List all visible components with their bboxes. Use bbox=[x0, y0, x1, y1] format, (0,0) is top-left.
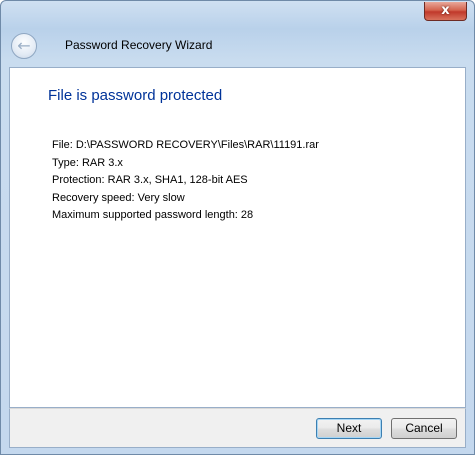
content-panel: File is password protected File: D:\PASS… bbox=[9, 67, 466, 408]
file-type-text: Type: RAR 3.x bbox=[52, 156, 123, 169]
button-bar: Next Cancel bbox=[9, 408, 466, 448]
back-button[interactable]: ← bbox=[11, 33, 37, 59]
wizard-window: x ← Password Recovery Wizard File is pas… bbox=[0, 0, 475, 455]
next-button[interactable]: Next bbox=[316, 418, 382, 439]
back-arrow-icon: ← bbox=[17, 36, 31, 55]
file-info: File: D:\PASSWORD RECOVERY\Files\RAR\111… bbox=[52, 137, 319, 225]
wizard-title: Password Recovery Wizard bbox=[65, 38, 213, 52]
cancel-button[interactable]: Cancel bbox=[391, 418, 457, 439]
recovery-speed-text: Recovery speed: Very slow bbox=[52, 191, 185, 204]
page-heading: File is password protected bbox=[48, 87, 223, 104]
close-icon: x bbox=[441, 3, 450, 18]
protection-text: Protection: RAR 3.x, SHA1, 128-bit AES bbox=[52, 174, 248, 186]
file-path-text: File: D:\PASSWORD RECOVERY\Files\RAR\111… bbox=[52, 139, 319, 151]
max-password-length-text: Maximum supported password length: 28 bbox=[52, 209, 254, 221]
close-button[interactable]: x bbox=[424, 2, 467, 21]
